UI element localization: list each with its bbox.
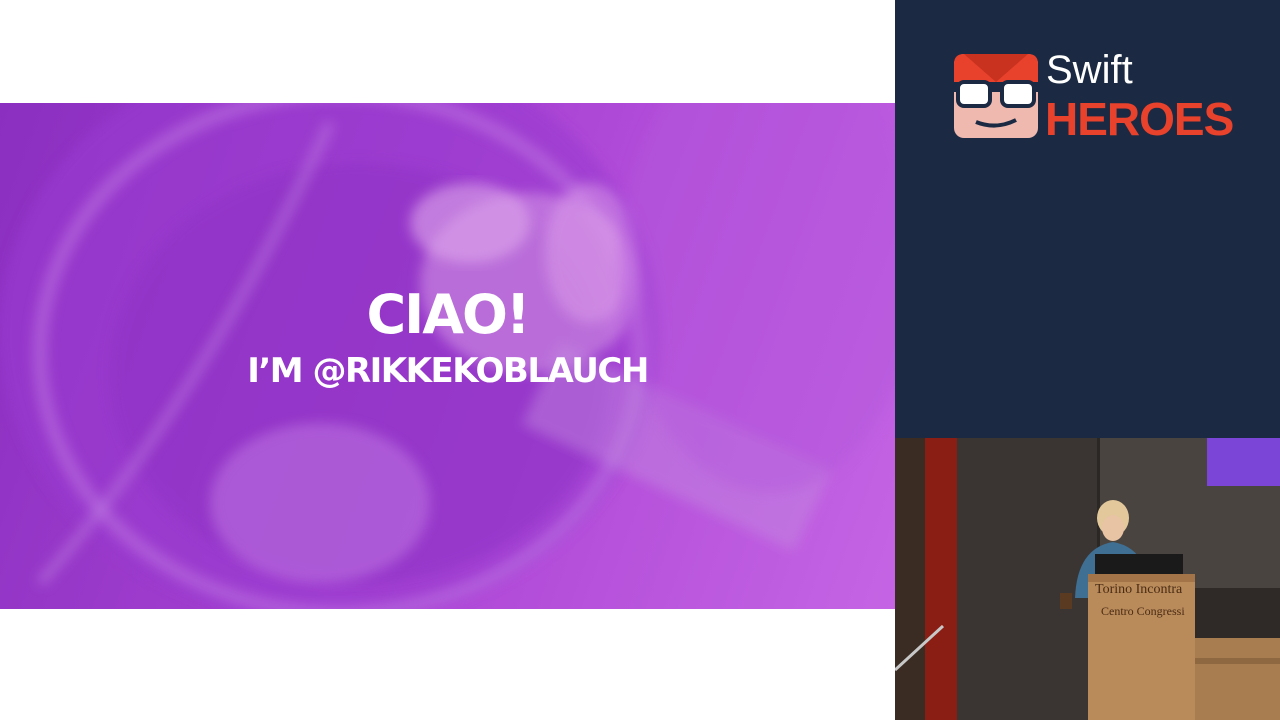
logo-swift-text: Swift [1046, 48, 1133, 92]
podium-sign-line1: Torino Incontra [1095, 582, 1183, 597]
slide-subtitle: I’M @RIKKEKOBLAUCH [247, 351, 649, 391]
hero-mascot-icon [954, 54, 1038, 138]
speaker-video-scene [895, 438, 1280, 720]
podium-sign-line2: Centro Congressi [1101, 604, 1185, 618]
slide-title: CIAO! [366, 283, 530, 346]
logo-heroes-text: HEROES [1045, 93, 1234, 145]
presentation-slide: CIAO! I’M @RIKKEKOBLAUCH [0, 0, 895, 720]
speaker-video: Torino Incontra Centro Congressi [895, 438, 1280, 720]
